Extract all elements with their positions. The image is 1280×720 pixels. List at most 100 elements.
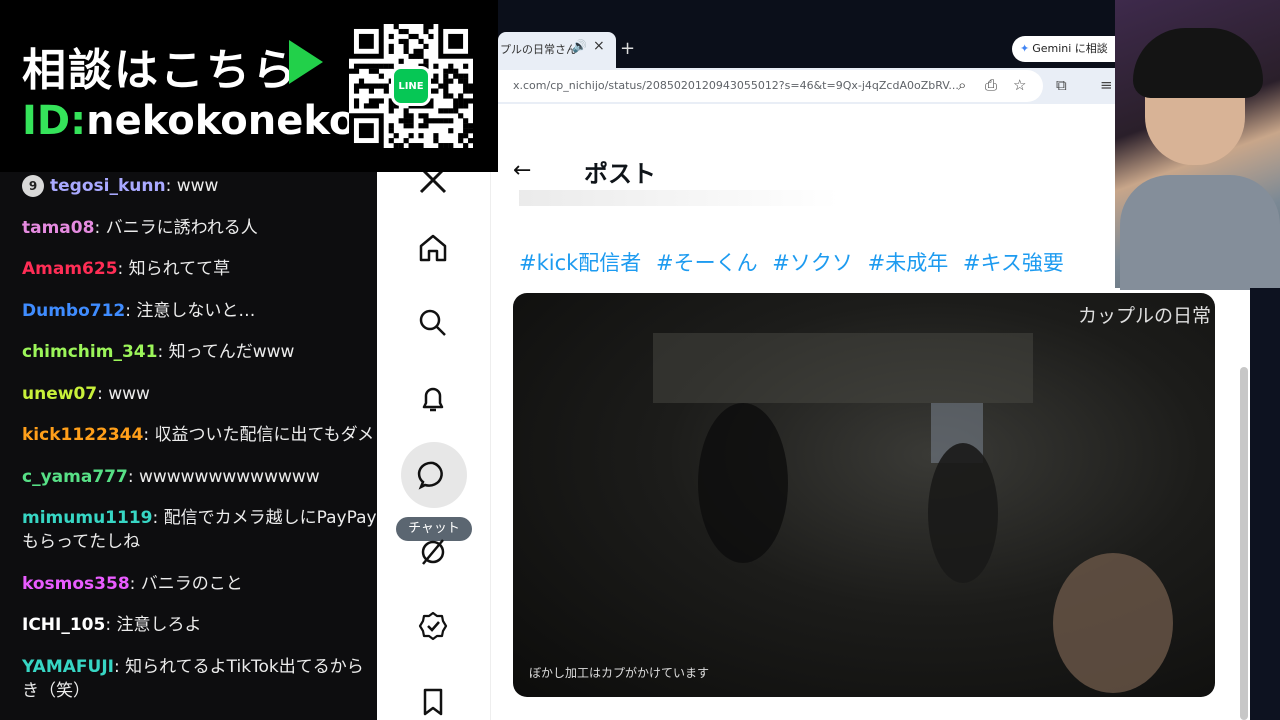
qr-module [433,78,439,84]
qr-module [363,63,370,69]
qr-module [368,83,374,89]
extensions-icon[interactable]: ⧉ [1056,76,1067,94]
qr-module [408,133,414,139]
qr-module [423,113,429,119]
grok-icon[interactable] [417,536,449,568]
qr-module [468,138,473,144]
qr-module [403,123,409,129]
qr-module [388,108,394,114]
zoom-icon[interactable]: ⌕ [958,76,966,94]
qr-module [428,24,434,30]
qr-module [468,83,473,89]
chat-username[interactable]: mimumu1119 [22,508,153,528]
tab-active[interactable]: プルの日常さん 🔊 × [498,32,616,68]
video-player[interactable]: カップルの日常 ぼかし加工はカプがかけています [513,293,1215,697]
qr-module [443,93,449,99]
qr-module [398,58,404,64]
qr-module [398,38,404,45]
tab-close-button[interactable]: × [593,38,605,54]
back-button[interactable]: ← [513,158,531,183]
notifications-bell-icon[interactable] [417,383,449,415]
hashtag-link[interactable]: #そーくん [656,251,758,275]
video-subtitle: ぼかし加工はカプがかけています [529,666,710,680]
qr-module [423,43,429,49]
qr-module [443,68,449,74]
chat-bubble-icon[interactable] [417,459,449,491]
banner-title: 相談はこちら [22,45,298,96]
chat-username[interactable]: chimchim_341 [22,342,157,362]
qr-module [378,73,384,79]
video-caption: カップルの日常 [1077,305,1211,327]
chat-message: kick1122344: 収益ついた配信に出てもダメ [22,423,377,447]
qr-module [443,108,449,114]
qr-module [433,118,439,124]
chat-username[interactable]: tegosi_kunn [50,176,166,196]
qr-module [438,108,444,114]
qr-module [453,108,459,114]
qr-module [393,143,399,148]
qr-module [378,98,384,104]
qr-module [403,138,409,144]
search-icon[interactable] [417,307,449,339]
qr-module [438,83,444,89]
hashtag-row: #kick配信者 #そーくん #ソクソ #未成年 #キス強要 [519,247,1072,277]
chat-message: chimchim_341: 知ってんだwww [22,340,377,364]
hashtag-link[interactable]: #キス強要 [963,251,1064,275]
page-scrollbar[interactable] [1240,367,1248,720]
qr-module [398,143,404,148]
qr-module [423,118,429,124]
chat-username[interactable]: kick1122344 [22,425,143,445]
chat-username[interactable]: Amam625 [22,259,118,279]
verified-icon[interactable] [417,610,449,642]
qr-module [423,24,429,30]
qr-module [373,83,379,89]
qr-finder [448,33,464,49]
hashtag-link[interactable]: #kick配信者 [519,251,641,275]
gemini-button[interactable]: ✦ Gemini に相談 [1012,36,1115,62]
qr-module [448,108,454,114]
chat-username[interactable]: Dumbo712 [22,301,125,321]
chat-username[interactable]: c_yama777 [22,467,128,487]
menu-icon[interactable]: ≡ [1100,76,1113,94]
qr-module [393,133,399,139]
bookmark-star-icon[interactable]: ☆ [1013,76,1026,94]
qr-module [433,138,439,144]
hashtag-link[interactable]: #ソクソ [772,251,853,275]
home-icon[interactable] [417,232,449,264]
qr-module [458,78,464,84]
chat-badge-icon: 9 [22,175,44,197]
chat-username[interactable]: unew07 [22,384,97,404]
chat-username[interactable]: kosmos358 [22,574,130,594]
qr-module [468,88,473,94]
chat-message: unew07: www [22,382,377,406]
qr-module [463,83,469,89]
qr-module [428,33,434,40]
qr-module [398,28,404,35]
qr-module [418,123,424,129]
qr-module [408,118,414,124]
chat-username[interactable]: YAMAFUJI [22,657,114,677]
hashtag-link[interactable]: #未成年 [868,251,949,275]
speaker-icon[interactable]: 🔊 [572,39,587,53]
chat-username[interactable]: ICHI_105 [22,615,105,635]
video-figure-center [928,443,998,583]
qr-module [413,53,419,59]
qr-module [398,118,404,124]
qr-module [353,83,360,89]
qr-module [403,118,409,124]
post-title: ポスト [584,160,656,188]
qr-module [403,38,409,45]
qr-module [373,68,379,74]
bookmark-icon[interactable] [417,686,449,718]
qr-module [448,63,454,69]
install-icon[interactable]: ⎙ [985,76,997,94]
new-tab-button[interactable]: + [620,38,635,59]
qr-module [458,73,464,79]
chat-username[interactable]: tama08 [22,218,94,238]
qr-module [468,98,473,104]
qr-module [458,103,464,109]
webcam-hair [1133,28,1263,98]
qr-module [443,83,449,89]
chat-text: : 知られてるよTikTok出てるから [113,656,364,677]
qr-module [408,33,414,40]
